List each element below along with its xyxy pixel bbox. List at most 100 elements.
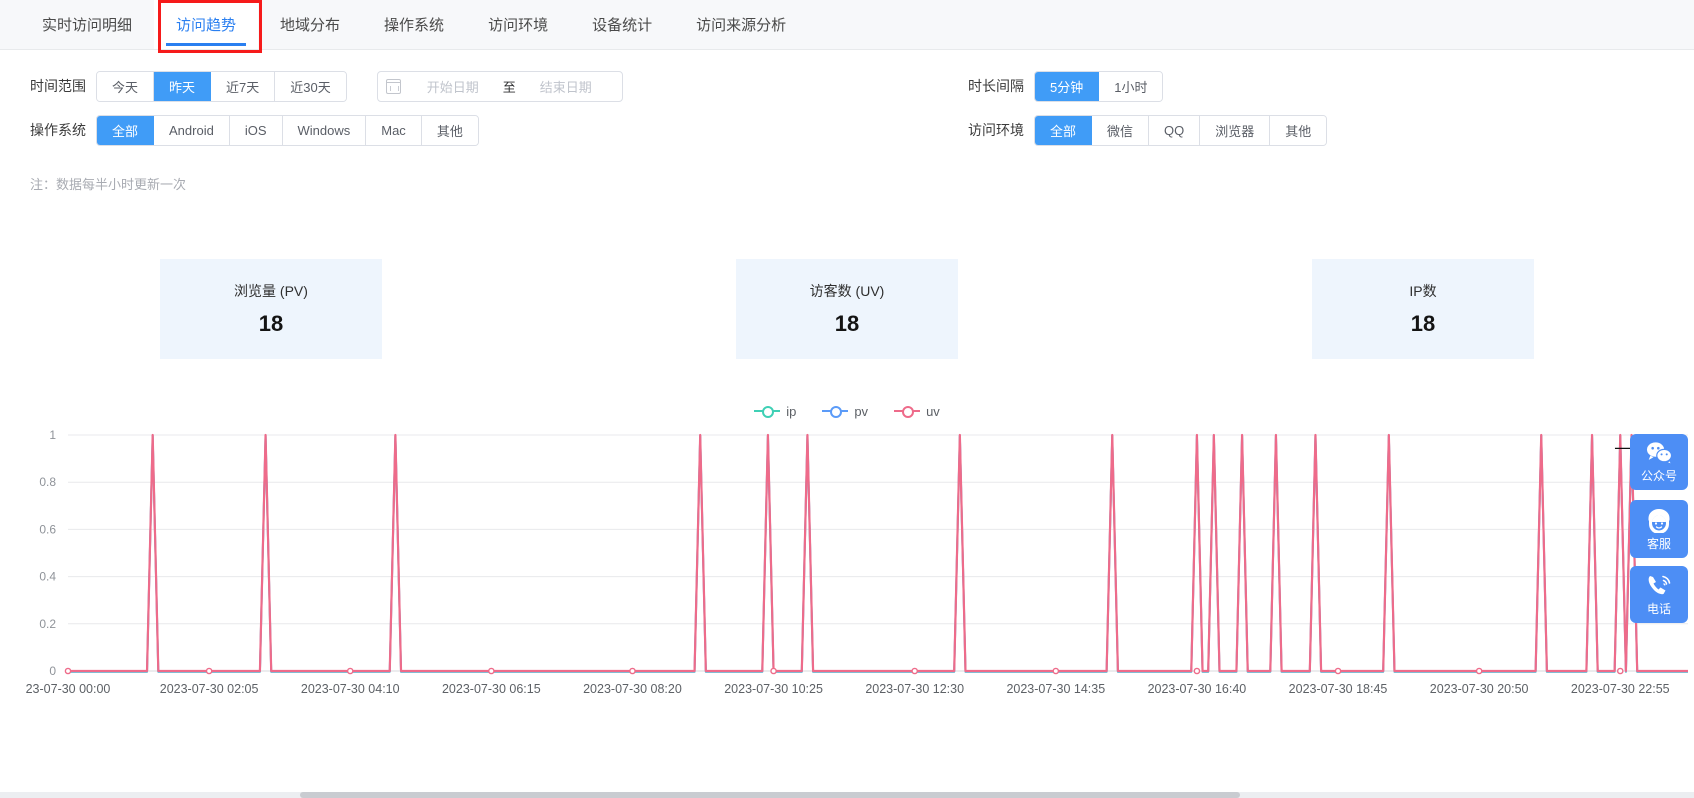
filter-panel: 时间范围 今天 昨天 近7天 近30天 开始日期 至 结束日期 时长间隔 5分钟… <box>0 50 1694 193</box>
legend-item-pv[interactable]: pv <box>822 404 868 419</box>
tab-label: 操作系统 <box>384 14 444 35</box>
svg-text:2023-07-30 10:25: 2023-07-30 10:25 <box>724 682 823 696</box>
tab-operating-system[interactable]: 操作系统 <box>362 0 466 49</box>
env-option-browser[interactable]: 浏览器 <box>1200 116 1270 145</box>
side-button-phone[interactable]: 电话 <box>1630 566 1688 623</box>
environment-filter: 访问环境 全部 微信 QQ 浏览器 其他 <box>968 115 1327 146</box>
svg-text:0.4: 0.4 <box>39 570 56 584</box>
date-range-picker[interactable]: 开始日期 至 结束日期 <box>377 71 623 102</box>
os-option-windows[interactable]: Windows <box>283 116 367 145</box>
date-range-separator: 至 <box>497 77 522 96</box>
stat-card-pv: 浏览量 (PV) 18 <box>160 259 382 359</box>
time-range-option-last7days[interactable]: 近7天 <box>211 72 275 101</box>
tab-label: 访问环境 <box>488 14 548 35</box>
environment-label: 访问环境 <box>968 120 1024 140</box>
os-option-android[interactable]: Android <box>154 116 230 145</box>
svg-text:0: 0 <box>49 664 56 678</box>
os-option-ios[interactable]: iOS <box>230 116 283 145</box>
customer-service-icon <box>1645 507 1673 533</box>
os-option-other[interactable]: 其他 <box>422 116 478 145</box>
legend-label: pv <box>854 404 868 419</box>
time-range-button-group: 今天 昨天 近7天 近30天 <box>96 71 347 102</box>
time-range-option-yesterday[interactable]: 昨天 <box>154 72 211 101</box>
os-option-mac[interactable]: Mac <box>366 116 422 145</box>
interval-option-1hour[interactable]: 1小时 <box>1099 72 1162 101</box>
side-button-label: 电话 <box>1647 600 1671 617</box>
visit-trend-chart: ip pv uv 00.20.40.60.8123-07-30 00:00202… <box>0 399 1694 729</box>
tab-label: 实时访问明细 <box>42 14 132 35</box>
time-range-option-today[interactable]: 今天 <box>97 72 154 101</box>
legend-marker-uv <box>894 405 920 417</box>
env-option-wechat[interactable]: 微信 <box>1092 116 1149 145</box>
interval-filter: 时长间隔 5分钟 1小时 <box>968 71 1163 102</box>
stat-title: IP数 <box>1409 281 1436 301</box>
os-button-group: 全部 Android iOS Windows Mac 其他 <box>96 115 479 146</box>
stat-card-ip: IP数 18 <box>1312 259 1534 359</box>
tab-visit-trend[interactable]: 访问趋势 <box>154 0 258 49</box>
tab-visit-environment[interactable]: 访问环境 <box>466 0 570 49</box>
time-range-label: 时间范围 <box>30 76 96 96</box>
stat-value: 18 <box>835 311 859 337</box>
time-range-option-last30days[interactable]: 近30天 <box>275 72 345 101</box>
svg-text:2023-07-30 14:35: 2023-07-30 14:35 <box>1006 682 1105 696</box>
tab-label: 设备统计 <box>592 14 652 35</box>
env-option-qq[interactable]: QQ <box>1149 116 1200 145</box>
stat-card-uv: 访客数 (UV) 18 <box>736 259 958 359</box>
tab-device-statistics[interactable]: 设备统计 <box>570 0 674 49</box>
side-button-official-account[interactable]: 公众号 <box>1630 434 1688 490</box>
wechat-icon <box>1645 441 1673 465</box>
svg-text:2023-07-30 02:05: 2023-07-30 02:05 <box>160 682 259 696</box>
tab-source-analysis[interactable]: 访问来源分析 <box>674 0 808 49</box>
tab-region-distribution[interactable]: 地域分布 <box>258 0 362 49</box>
tab-bar: 实时访问明细 访问趋势 地域分布 操作系统 访问环境 设备统计 访问来源分析 <box>0 0 1694 50</box>
chart-legend: ip pv uv <box>0 399 1694 423</box>
svg-text:0.6: 0.6 <box>39 522 56 536</box>
side-button-label: 客服 <box>1647 535 1671 552</box>
svg-text:0.8: 0.8 <box>39 475 56 489</box>
legend-item-uv[interactable]: uv <box>894 404 940 419</box>
legend-marker-pv <box>822 405 848 417</box>
svg-text:2023-07-30 04:10: 2023-07-30 04:10 <box>301 682 400 696</box>
stat-value: 18 <box>1411 311 1435 337</box>
tab-label: 地域分布 <box>280 14 340 35</box>
tab-realtime-detail[interactable]: 实时访问明细 <box>20 0 154 49</box>
analytics-page: 实时访问明细 访问趋势 地域分布 操作系统 访问环境 设备统计 访问来源分析 时… <box>0 0 1694 798</box>
svg-text:2023-07-30 16:40: 2023-07-30 16:40 <box>1148 682 1247 696</box>
stat-card-row: 浏览量 (PV) 18 访客数 (UV) 18 IP数 18 <box>0 259 1694 359</box>
svg-text:2023-07-30 06:15: 2023-07-30 06:15 <box>442 682 541 696</box>
legend-marker-ip <box>754 405 780 417</box>
env-option-other[interactable]: 其他 <box>1270 116 1326 145</box>
side-button-label: 公众号 <box>1641 467 1677 484</box>
legend-item-ip[interactable]: ip <box>754 404 796 419</box>
start-date-input[interactable]: 开始日期 <box>409 77 497 96</box>
stat-title: 访客数 (UV) <box>810 281 885 301</box>
phone-icon <box>1645 573 1673 598</box>
side-button-customer-service[interactable]: 客服 <box>1630 500 1688 558</box>
svg-text:2023-07-30 18:45: 2023-07-30 18:45 <box>1289 682 1388 696</box>
svg-text:2023-07-30 08:20: 2023-07-30 08:20 <box>583 682 682 696</box>
interval-option-5min[interactable]: 5分钟 <box>1035 72 1099 101</box>
tab-label: 访问趋势 <box>176 14 236 35</box>
svg-text:1: 1 <box>49 428 56 442</box>
os-option-all[interactable]: 全部 <box>97 116 154 145</box>
update-note: 注：数据每半小时更新一次 <box>30 174 1694 193</box>
svg-text:2023-07-30 12:30: 2023-07-30 12:30 <box>865 682 964 696</box>
env-option-all[interactable]: 全部 <box>1035 116 1092 145</box>
filter-row-os: 操作系统 全部 Android iOS Windows Mac 其他 访问环境 … <box>0 108 1694 152</box>
stat-title: 浏览量 (PV) <box>234 281 308 301</box>
svg-text:2023-07-30 22:55: 2023-07-30 22:55 <box>1571 682 1670 696</box>
svg-text:23-07-30 00:00: 23-07-30 00:00 <box>26 682 111 696</box>
chart-plot-area: 00.20.40.60.8123-07-30 00:002023-07-30 0… <box>0 423 1694 723</box>
os-label: 操作系统 <box>30 120 96 140</box>
end-date-input[interactable]: 结束日期 <box>522 77 610 96</box>
stat-value: 18 <box>259 311 283 337</box>
tab-label: 访问来源分析 <box>696 14 786 35</box>
legend-label: uv <box>926 404 940 419</box>
filter-row-time: 时间范围 今天 昨天 近7天 近30天 开始日期 至 结束日期 时长间隔 5分钟… <box>0 64 1694 108</box>
interval-button-group: 5分钟 1小时 <box>1034 71 1163 102</box>
calendar-icon <box>386 79 401 94</box>
interval-label: 时长间隔 <box>968 76 1024 96</box>
environment-button-group: 全部 微信 QQ 浏览器 其他 <box>1034 115 1327 146</box>
horizontal-scrollbar[interactable] <box>0 792 1694 798</box>
legend-label: ip <box>786 404 796 419</box>
